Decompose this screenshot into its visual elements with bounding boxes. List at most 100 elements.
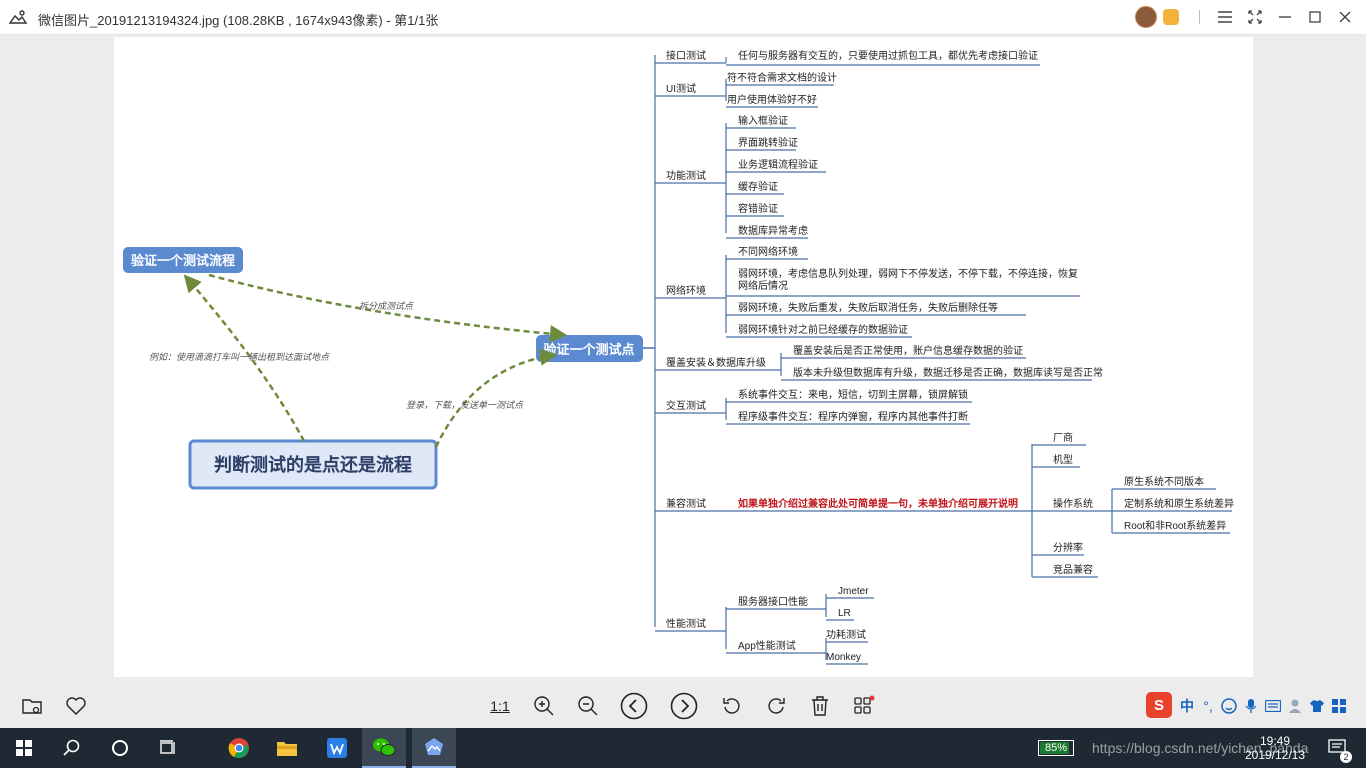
compat-item-competitor: 竞品兼容 <box>1053 563 1093 576</box>
api-item-0: 任何与服务器有交互的，只要使用过抓包工具，都优先考虑接口验证 <box>738 49 1038 62</box>
title-divider <box>1199 10 1200 24</box>
perf-server-lr: LR <box>838 608 851 619</box>
compat-note: 如果单独介绍过兼容此处可简单提一句，未单独介绍可展开说明 <box>738 497 1018 510</box>
edge-split-label: 拆分成测试点 <box>359 301 414 311</box>
chrome-icon[interactable] <box>222 728 256 768</box>
os-item-0: 原生系统不同版本 <box>1124 475 1204 488</box>
install-item-1: 版本未升级但数据库有升级，数据迁移是否正确，数据库读写是否正常 <box>793 366 1103 379</box>
clock-date: 2019/12/13 <box>1244 748 1306 762</box>
mindmap-svg: 验证一个测试流程 判断测试的是点还是流程 验证一个测试点 拆分成测试点 例如：使… <box>123 49 1234 665</box>
mindmap-image: 验证一个测试流程 判断测试的是点还是流程 验证一个测试点 拆分成测试点 例如：使… <box>114 37 1253 677</box>
compat-item-vendor: 厂商 <box>1053 431 1073 444</box>
next-image-icon[interactable] <box>670 692 698 720</box>
vip-badge-icon[interactable] <box>1163 9 1179 25</box>
minimize-button[interactable] <box>1270 2 1300 32</box>
zoom-out-icon[interactable] <box>574 692 602 720</box>
ui-item-0: 符不符合需求文档的设计 <box>727 71 837 84</box>
ime-user-icon[interactable] <box>1284 692 1306 720</box>
node-verify-flow-label: 验证一个测试流程 <box>131 253 235 268</box>
func-item-5: 数据库异常考虑 <box>738 224 808 237</box>
os-item-1: 定制系统和原生系统差异 <box>1124 497 1234 510</box>
fullscreen-icon[interactable] <box>1240 2 1270 32</box>
ime-skin-icon[interactable] <box>1306 692 1328 720</box>
net-item-0: 不同网络环境 <box>738 245 798 258</box>
func-item-2: 业务逻辑流程验证 <box>738 158 818 171</box>
window-title: 微信图片_20191213194324.jpg (108.28KB , 1674… <box>38 13 439 28</box>
menu-icon[interactable] <box>1210 2 1240 32</box>
branch-labels: 接口测试 UI测试 功能测试 网络环境 覆盖安装＆数据库升级 交互测试 兼容测试… <box>666 49 766 630</box>
favorite-heart-icon[interactable] <box>62 692 90 720</box>
branch-install: 覆盖安装＆数据库升级 <box>666 356 766 369</box>
open-folder-icon[interactable] <box>18 692 46 720</box>
actual-size-button[interactable]: 1:1 <box>486 692 514 720</box>
viewer-toolbar: 1:1 S 中 °, <box>0 686 1366 728</box>
wps-icon[interactable] <box>320 728 354 768</box>
maximize-button[interactable] <box>1300 2 1330 32</box>
ime-chinese-label[interactable]: 中 <box>1176 692 1198 720</box>
net-item-1: 弱网环境，考虑信息队列处理，弱网下不停发送，不停下载，不停连接，恢复 <box>738 267 1078 280</box>
task-view-icon[interactable] <box>152 728 184 768</box>
battery-indicator[interactable]: 85% <box>1034 728 1078 768</box>
perf-app-power: 功耗测试 <box>826 628 866 641</box>
branch-function: 功能测试 <box>666 169 706 182</box>
func-item-1: 界面跳转验证 <box>738 136 798 149</box>
ime-punctuation-icon[interactable]: °, <box>1198 692 1218 720</box>
interact-item-1: 程序级事件交互：程序内弹窗，程序内其他事件打断 <box>738 410 968 423</box>
close-button[interactable] <box>1330 2 1360 32</box>
battery-percent: 85% <box>1044 742 1068 754</box>
perf-server: 服务器接口性能 <box>738 595 808 608</box>
notification-count: 2 <box>1340 751 1352 763</box>
net-item-2: 网络后情况 <box>738 279 788 292</box>
perf-server-jmeter: Jmeter <box>838 586 869 597</box>
sogou-ime-icon[interactable]: S <box>1146 692 1172 718</box>
compat-item-model: 机型 <box>1053 453 1073 466</box>
ui-item-1: 用户使用体验好不好 <box>727 93 817 106</box>
func-item-4: 容错验证 <box>738 202 778 215</box>
image-viewport[interactable]: 验证一个测试流程 判断测试的是点还是流程 验证一个测试点 拆分成测试点 例如：使… <box>0 35 1366 686</box>
branch-ui: UI测试 <box>666 82 696 95</box>
perf-app: App性能测试 <box>738 639 796 652</box>
photo-viewer-taskbar-icon[interactable] <box>412 728 456 768</box>
wechat-icon[interactable] <box>362 728 406 768</box>
compat-item-resolution: 分辨率 <box>1053 541 1083 554</box>
rotate-left-icon[interactable] <box>718 692 746 720</box>
tray-watermark: https://blog.csdn.net/yichen_panda <box>1092 740 1309 756</box>
more-apps-icon[interactable] <box>850 692 878 720</box>
func-item-0: 输入框验证 <box>738 114 788 127</box>
os-item-2: Root和非Root系统差异 <box>1124 519 1226 532</box>
func-item-3: 缓存验证 <box>738 180 778 193</box>
ime-toolbox-icon[interactable] <box>1328 692 1350 720</box>
compat-item-os: 操作系统 <box>1053 497 1093 510</box>
rotate-right-icon[interactable] <box>762 692 790 720</box>
net-item-4: 弱网环境针对之前已经缓存的数据验证 <box>738 323 908 336</box>
interact-item-0: 系统事件交互：来电，短信，切到主屏幕，锁屏解锁 <box>738 388 968 401</box>
edge-login-label: 登录，下载，发送单一测试点 <box>406 400 524 410</box>
branch-network: 网络环境 <box>666 284 706 297</box>
ime-voice-icon[interactable] <box>1240 692 1262 720</box>
clock-time: 19:49 <box>1259 734 1291 748</box>
branch-compat: 兼容测试 <box>666 497 706 510</box>
node-verify-point-label: 验证一个测试点 <box>543 342 634 357</box>
ime-emoji-icon[interactable] <box>1218 692 1240 720</box>
file-explorer-icon[interactable] <box>270 728 304 768</box>
edge-example-label: 例如：使用滴滴打车叫一辆出租到达面试地点 <box>149 352 330 362</box>
user-avatar[interactable] <box>1135 6 1157 28</box>
perf-app-monkey: Monkey <box>826 652 861 663</box>
branch-api: 接口测试 <box>666 49 706 62</box>
clock[interactable]: 19:49 2019/12/13 <box>1238 728 1312 768</box>
branch-perf: 性能测试 <box>666 617 706 630</box>
delete-trash-icon[interactable] <box>806 692 834 720</box>
title-bar: 微信图片_20191213194324.jpg (108.28KB , 1674… <box>0 0 1366 35</box>
zoom-in-icon[interactable] <box>530 692 558 720</box>
install-item-0: 覆盖安装后是否正常使用，账户信息缓存数据的验证 <box>793 344 1023 357</box>
notification-icon[interactable]: 2 <box>1320 728 1356 768</box>
search-icon[interactable] <box>56 728 88 768</box>
windows-taskbar: 85% https://blog.csdn.net/yichen_panda 1… <box>0 728 1366 768</box>
node-judge-root-label: 判断测试的是点还是流程 <box>214 454 412 475</box>
cortana-icon[interactable] <box>104 728 136 768</box>
windows-start-icon[interactable] <box>8 728 40 768</box>
photo-viewer-icon <box>8 10 28 24</box>
ime-keyboard-icon[interactable] <box>1262 692 1284 720</box>
branch-interaction: 交互测试 <box>666 399 706 412</box>
previous-image-icon[interactable] <box>620 692 648 720</box>
